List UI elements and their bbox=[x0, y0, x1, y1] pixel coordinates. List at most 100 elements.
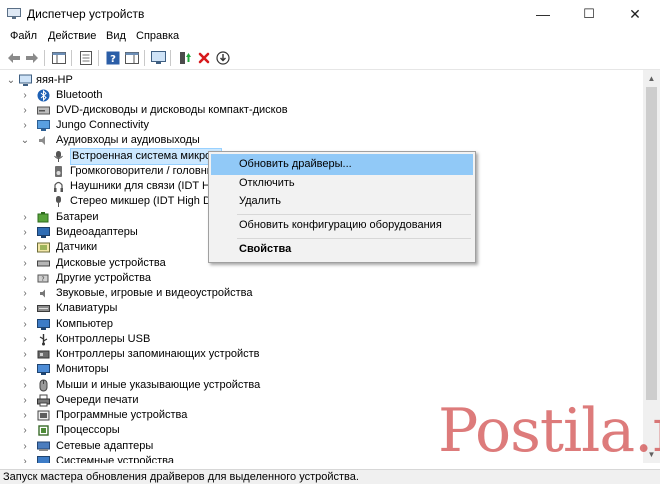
toolbar-separator bbox=[98, 50, 99, 66]
tree-node-label: Системные устройства bbox=[56, 455, 175, 463]
collapse-chevron-icon[interactable]: ⌄ bbox=[6, 73, 16, 88]
window-title: Диспетчер устройств bbox=[27, 7, 145, 21]
tree-node-label: Контроллеры запоминающих устройств bbox=[56, 348, 260, 360]
menu-item-label: Обновить конфигурацию оборудования bbox=[239, 219, 442, 231]
tree-node-mice[interactable]: › Мыши и иные указывающие устройства bbox=[0, 378, 640, 393]
speaker-icon bbox=[55, 166, 62, 177]
tree-node-label: Программные устройства bbox=[56, 409, 188, 421]
device-manager-window: Диспетчер устройств — ☐ ✕ Файл Действие … bbox=[0, 0, 660, 484]
show-hide-console-tree-button[interactable] bbox=[50, 49, 68, 67]
toolbar-separator bbox=[71, 50, 72, 66]
tree-node-label: Контроллеры USB bbox=[56, 333, 151, 345]
scrollbar-thumb[interactable] bbox=[646, 87, 657, 400]
expand-chevron-icon[interactable]: › bbox=[20, 240, 30, 255]
tree-node-jungo[interactable]: › Jungo Connectivity bbox=[0, 118, 640, 133]
maximize-button[interactable]: ☐ bbox=[566, 0, 612, 28]
menu-file[interactable]: Файл bbox=[7, 30, 40, 42]
tree-node-audio-io[interactable]: ⌄ Аудиовходы и аудиовыходы bbox=[0, 133, 640, 148]
tree-node-label: Аудиовходы и аудиовыходы bbox=[56, 134, 200, 146]
expand-chevron-icon[interactable]: › bbox=[20, 271, 30, 286]
tree-node-label: Клавиатуры bbox=[56, 302, 118, 314]
expand-chevron-icon[interactable]: › bbox=[20, 439, 30, 454]
expand-chevron-icon[interactable]: › bbox=[20, 393, 30, 408]
expand-chevron-icon[interactable]: › bbox=[20, 362, 30, 377]
microphone-icon bbox=[54, 151, 63, 162]
menu-item-uninstall[interactable]: Удалить bbox=[211, 191, 473, 212]
tree-node-sound[interactable]: › Звуковые, игровые и видеоустройства bbox=[0, 286, 640, 301]
download-driver-button[interactable] bbox=[214, 49, 232, 67]
expand-chevron-icon[interactable]: › bbox=[20, 332, 30, 347]
tree-node-other-devices[interactable]: › ? Другие устройства bbox=[0, 271, 640, 286]
scan-hardware-button[interactable] bbox=[149, 49, 167, 67]
tree-node-label: Дисковые устройства bbox=[56, 257, 166, 269]
tree-node-keyboards[interactable]: › Клавиатуры bbox=[0, 301, 640, 316]
expand-chevron-icon[interactable]: › bbox=[20, 408, 30, 423]
tree-node-monitors[interactable]: › Мониторы bbox=[0, 362, 640, 377]
tree-node-label: Наушники для связи (IDT High bbox=[70, 180, 225, 192]
action-pane-button[interactable] bbox=[123, 49, 141, 67]
console-tree-icon bbox=[52, 52, 66, 64]
toolbar-separator bbox=[170, 50, 171, 66]
tree-node-dvd[interactable]: › DVD-дисководы и дисководы компакт-диск… bbox=[0, 103, 640, 118]
expand-chevron-icon[interactable]: › bbox=[20, 103, 30, 118]
tree-node-storage-controllers[interactable]: › Контроллеры запоминающих устройств bbox=[0, 347, 640, 362]
title-bar[interactable]: Диспетчер устройств — ☐ ✕ bbox=[0, 0, 660, 28]
mouse-icon bbox=[39, 379, 48, 392]
menu-item-label: Свойства bbox=[239, 243, 292, 255]
printer-icon bbox=[37, 394, 50, 407]
expand-chevron-icon[interactable]: › bbox=[20, 454, 30, 463]
expand-chevron-icon[interactable]: › bbox=[20, 286, 30, 301]
expand-chevron-icon[interactable]: › bbox=[20, 118, 30, 133]
system-device-icon bbox=[37, 456, 50, 463]
tree-node-label: Процессоры bbox=[56, 424, 120, 436]
other-devices-icon: ? bbox=[37, 274, 49, 283]
menu-view[interactable]: Вид bbox=[103, 30, 129, 42]
action-pane-icon bbox=[125, 52, 139, 64]
menu-item-update-driver[interactable]: Обновить драйверы... bbox=[211, 154, 473, 175]
scroll-up-arrow-icon[interactable]: ▲ bbox=[643, 70, 660, 87]
collapse-chevron-icon[interactable]: ⌄ bbox=[20, 133, 30, 148]
tree-node-computer[interactable]: › Компьютер bbox=[0, 317, 640, 332]
tree-node-label: Очереди печати bbox=[56, 394, 139, 406]
menu-item-scan-hardware[interactable]: Обновить конфигурацию оборудования bbox=[211, 215, 473, 236]
sensor-icon bbox=[37, 242, 50, 253]
network-adapter-icon bbox=[37, 441, 50, 451]
back-button[interactable] bbox=[5, 49, 23, 67]
expand-chevron-icon[interactable]: › bbox=[20, 378, 30, 393]
menu-item-label: Удалить bbox=[239, 195, 281, 207]
expand-chevron-icon[interactable]: › bbox=[20, 301, 30, 316]
tree-node-usb[interactable]: › Контроллеры USB bbox=[0, 332, 640, 347]
tree-root-label: яяя-HP bbox=[36, 74, 73, 86]
expand-chevron-icon[interactable]: › bbox=[20, 256, 30, 271]
svg-text:?: ? bbox=[110, 54, 116, 65]
tree-root[interactable]: ⌄ яяя-HP bbox=[0, 73, 300, 88]
expand-chevron-icon[interactable]: › bbox=[20, 347, 30, 362]
menu-action[interactable]: Действие bbox=[45, 30, 99, 42]
forward-arrow-icon bbox=[26, 53, 38, 63]
help-toolbar-button[interactable]: ? bbox=[104, 49, 122, 67]
tree-node-label: Мыши и иные указывающие устройства bbox=[56, 379, 261, 391]
expand-chevron-icon[interactable]: › bbox=[20, 423, 30, 438]
tree-node-bluetooth[interactable]: › Bluetooth bbox=[0, 88, 640, 103]
expand-chevron-icon[interactable]: › bbox=[20, 210, 30, 225]
tree-node-label: Сетевые адаптеры bbox=[56, 440, 154, 452]
keyboard-icon bbox=[37, 305, 50, 312]
dvd-drive-icon bbox=[37, 106, 50, 115]
tree-node-label: Jungo Connectivity bbox=[56, 119, 149, 131]
close-button[interactable]: ✕ bbox=[612, 0, 658, 28]
menu-item-properties[interactable]: Свойства bbox=[211, 239, 473, 260]
properties-toolbar-button[interactable] bbox=[77, 49, 95, 67]
menu-help[interactable]: Справка bbox=[133, 30, 182, 42]
minimize-button[interactable]: — bbox=[520, 0, 566, 28]
monitor-icon bbox=[37, 364, 50, 375]
forward-button[interactable] bbox=[23, 49, 41, 67]
tree-node-label: Мониторы bbox=[56, 363, 109, 375]
update-driver-button[interactable] bbox=[176, 49, 194, 67]
status-bar: Запуск мастера обновления драйверов для … bbox=[0, 469, 660, 484]
computer-root-icon bbox=[19, 74, 32, 86]
tree-node-label: Bluetooth bbox=[56, 89, 103, 101]
expand-chevron-icon[interactable]: › bbox=[20, 317, 30, 332]
uninstall-device-button[interactable] bbox=[195, 49, 213, 67]
expand-chevron-icon[interactable]: › bbox=[20, 88, 30, 103]
expand-chevron-icon[interactable]: › bbox=[20, 225, 30, 240]
